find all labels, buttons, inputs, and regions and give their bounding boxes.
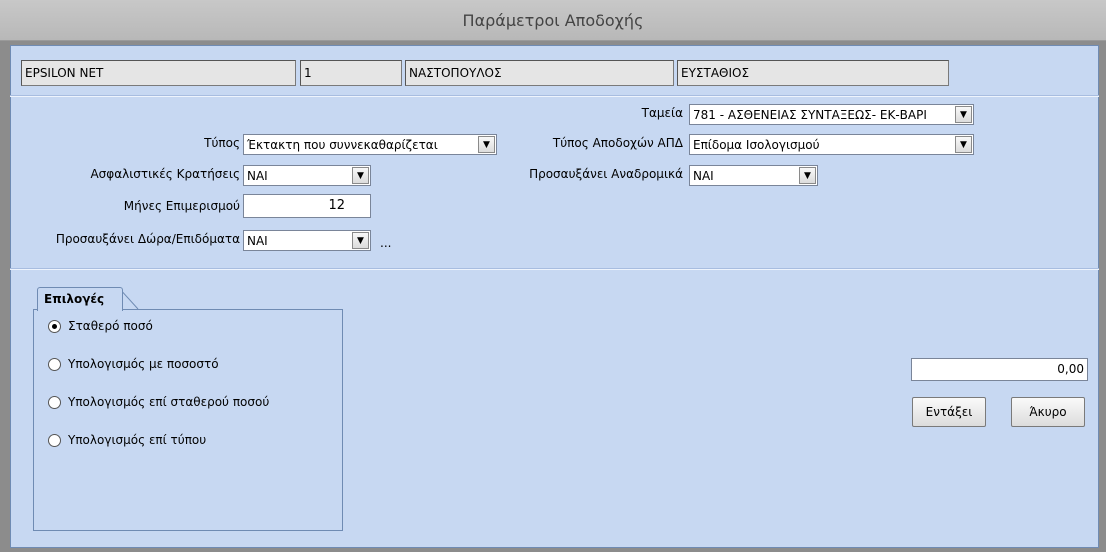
tameia-value: 781 - ΑΣΘΕΝΕΙΑΣ ΣΥΝΤΑΞΕΩΣ- ΕΚ-ΒΑΡΙ — [693, 107, 927, 122]
typos-value: Έκτακτη που συννεκαθαρίζεται — [247, 137, 438, 152]
option-label: Υπολογισμός με ποσοστό — [68, 357, 219, 371]
chevron-down-icon[interactable]: ▼ — [352, 167, 369, 184]
typos-combo[interactable]: Έκτακτη που συννεκαθαρίζεται ▼ — [243, 134, 497, 155]
surname-field: ΝΑΣΤΟΠΟΥΛΟΣ — [405, 60, 674, 86]
asfalistikes-combo[interactable]: ΝΑΙ ▼ — [243, 165, 371, 186]
prosafxanei-dora-combo[interactable]: ΝΑΙ ▼ — [243, 230, 371, 251]
option-fixed-amount[interactable]: Σταθερό ποσό — [48, 316, 338, 336]
company-field: EPSILON NET — [21, 60, 296, 86]
option-percentage[interactable]: Υπολογισμός με ποσοστό — [48, 354, 338, 374]
mines-input[interactable]: 12 — [243, 194, 371, 218]
tameia-label: Ταμεία — [641, 106, 683, 120]
chevron-down-icon[interactable]: ▼ — [478, 136, 495, 153]
asfalistikes-label: Ασφαλιστικές Κρατήσεις — [90, 167, 240, 181]
option-on-fixed-amount[interactable]: Υπολογισμός επί σταθερού ποσού — [48, 392, 338, 412]
option-label: Υπολογισμός επί σταθερού ποσού — [68, 395, 270, 409]
tab-options[interactable]: Επιλογές — [37, 287, 123, 311]
radio-icon[interactable] — [48, 395, 61, 409]
section-separator — [10, 268, 1099, 270]
radio-icon[interactable] — [48, 433, 61, 447]
amount-input[interactable]: 0,00 — [911, 358, 1088, 381]
employee-code-field: 1 — [300, 60, 402, 86]
options-list: Σταθερό ποσό Υπολογισμός με ποσοστό Υπολ… — [48, 316, 338, 450]
typos-apd-label: Τύπος Αποδοχών ΑΠΔ — [552, 136, 683, 150]
typos-apd-value: Επίδομα Ισολογισμού — [693, 137, 820, 152]
window-title: Παράμετροι Αποδοχής — [462, 11, 644, 30]
prosafxanei-dora-value: ΝΑΙ — [247, 233, 268, 248]
tameia-combo[interactable]: 781 - ΑΣΘΕΝΕΙΑΣ ΣΥΝΤΑΞΕΩΣ- ΕΚ-ΒΑΡΙ ▼ — [689, 104, 974, 125]
prosafxanei-dora-label: Προσαυξάνει Δώρα/Επιδόματα — [55, 232, 240, 246]
typos-apd-combo[interactable]: Επίδομα Ισολογισμού ▼ — [689, 134, 974, 155]
prosafxanei-anadromika-combo[interactable]: ΝΑΙ ▼ — [689, 165, 818, 186]
option-on-type[interactable]: Υπολογισμός επί τύπου — [48, 430, 338, 450]
mines-label: Μήνες Επιμερισμού — [123, 199, 240, 213]
typos-label: Τύπος — [204, 136, 240, 150]
option-label: Σταθερό ποσό — [68, 319, 153, 333]
ok-button[interactable]: Εντάξει — [912, 397, 986, 427]
chevron-down-icon[interactable]: ▼ — [352, 232, 369, 249]
chevron-down-icon[interactable]: ▼ — [799, 167, 816, 184]
radio-icon[interactable] — [48, 319, 61, 333]
prosafxanei-anadromika-value: ΝΑΙ — [693, 168, 714, 183]
header-separator — [10, 95, 1099, 97]
radio-icon[interactable] — [48, 357, 61, 371]
chevron-down-icon[interactable]: ▼ — [955, 136, 972, 153]
prosafxanei-anadromika-label: Προσαυξάνει Αναδρομικά — [529, 167, 683, 181]
option-label: Υπολογισμός επί τύπου — [68, 433, 207, 447]
asfalistikes-value: ΝΑΙ — [247, 168, 268, 183]
cancel-button[interactable]: Άκυρο — [1011, 397, 1085, 427]
firstname-field: ΕΥΣΤΑΘΙΟΣ — [677, 60, 949, 86]
ellipsis-button[interactable]: ... — [380, 236, 391, 250]
chevron-down-icon[interactable]: ▼ — [955, 106, 972, 123]
window-titlebar: Παράμετροι Αποδοχής — [0, 0, 1106, 41]
